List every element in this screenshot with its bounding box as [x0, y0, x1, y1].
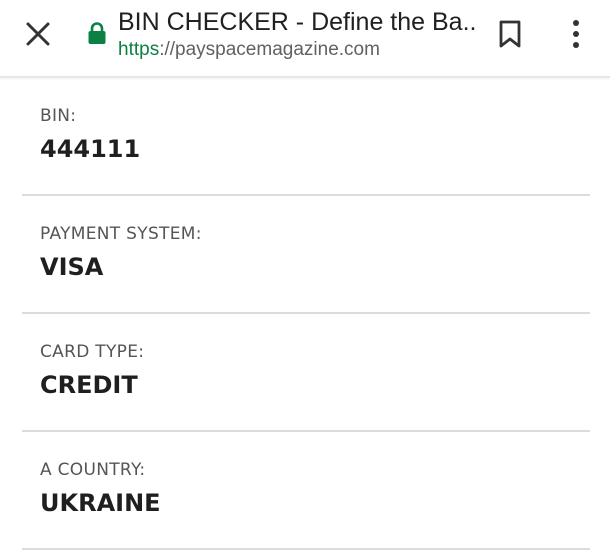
bin-details-list: BIN: 444111 PAYMENT SYSTEM: VISA CARD TY…	[22, 78, 590, 550]
bin-row: BIN: 444111	[22, 78, 590, 196]
close-icon	[26, 22, 50, 46]
url-scheme: https	[118, 39, 160, 60]
payment-system-value: VISA	[40, 253, 104, 281]
more-options-button[interactable]	[556, 14, 596, 54]
page-title-block[interactable]: BIN CHECKER - Define the Ba... https://p…	[118, 6, 478, 62]
payment-system-label: PAYMENT SYSTEM:	[40, 224, 202, 244]
page-title: BIN CHECKER - Define the Ba...	[118, 8, 478, 36]
bookmark-button[interactable]	[490, 14, 530, 54]
bin-label: BIN:	[40, 106, 77, 126]
country-value: UKRAINE	[40, 489, 161, 517]
country-label: A COUNTRY:	[40, 460, 146, 480]
bin-value: 444111	[40, 135, 141, 163]
payment-system-row: PAYMENT SYSTEM: VISA	[22, 196, 590, 314]
country-row: A COUNTRY: UKRAINE	[22, 432, 590, 550]
browser-toolbar: BIN CHECKER - Define the Ba... https://p…	[0, 0, 610, 78]
card-type-label: CARD TYPE:	[40, 342, 145, 362]
lock-icon	[88, 22, 106, 44]
bookmark-icon	[499, 20, 521, 48]
close-button[interactable]	[18, 14, 58, 54]
card-type-value: CREDIT	[40, 371, 138, 399]
card-type-row: CARD TYPE: CREDIT	[22, 314, 590, 432]
more-vertical-icon	[573, 20, 579, 48]
url-host: ://payspacemagazine.com	[159, 39, 380, 60]
page-url: https://payspacemagazine.com	[118, 38, 478, 62]
